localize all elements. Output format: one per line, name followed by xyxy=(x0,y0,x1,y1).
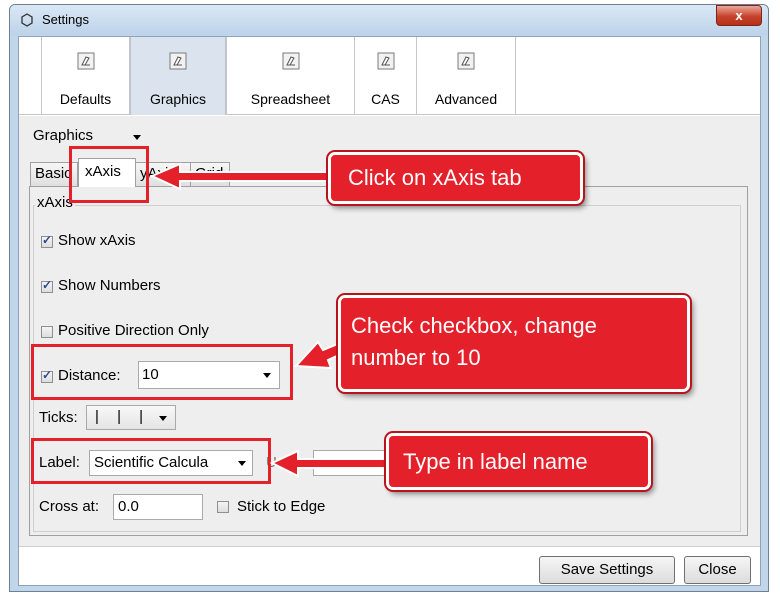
annotation-distance: Check checkbox, change number to 10 xyxy=(338,295,690,392)
eraser-icon xyxy=(169,52,187,70)
cross-at-input[interactable]: 0.0 xyxy=(113,494,203,520)
eraser-icon xyxy=(377,52,394,70)
footer-divider xyxy=(19,546,760,547)
show-numbers-checkbox[interactable] xyxy=(41,278,53,293)
eraser-icon xyxy=(282,52,299,70)
ticks-label: Ticks: xyxy=(39,409,78,426)
toolbar-spreadsheet-button[interactable]: Spreadsheet xyxy=(227,37,354,115)
tab-grid-label: Grid xyxy=(195,165,224,182)
annotation-label: Type in label name xyxy=(386,433,651,490)
annotation-distance-line1: Check checkbox, change xyxy=(351,313,597,338)
save-settings-button[interactable]: Save Settings xyxy=(539,556,675,584)
label-highlight xyxy=(31,438,271,484)
eraser-icon xyxy=(77,52,94,70)
toolbar-separator xyxy=(515,37,516,115)
show-xaxis-checkbox[interactable] xyxy=(41,233,53,248)
annotation-label-text: Type in label name xyxy=(403,449,588,474)
toolbar-cas-button[interactable]: CAS xyxy=(355,37,416,115)
view-select-value: Graphics xyxy=(33,127,94,144)
close-button[interactable]: Close xyxy=(684,556,751,584)
cross-at-value: 0.0 xyxy=(118,498,139,515)
toolbar-graphics-button[interactable]: Graphics xyxy=(130,37,226,115)
eraser-icon xyxy=(457,52,475,70)
window-title: Settings xyxy=(42,12,89,27)
title-bar[interactable] xyxy=(10,5,768,35)
stick-to-edge-label: Stick to Edge xyxy=(237,498,326,515)
annotation-xaxis-tab-text: Click on xAxis tab xyxy=(348,165,522,190)
chevron-down-icon xyxy=(159,416,167,421)
toolbar-cas-label: CAS xyxy=(371,91,400,107)
tab-grid[interactable]: Grid xyxy=(190,162,230,186)
show-xaxis-label: Show xAxis xyxy=(58,232,136,249)
positive-direction-label: Positive Direction Only xyxy=(58,322,209,339)
toolbar-advanced-label: Advanced xyxy=(434,91,498,107)
window-close-button[interactable]: x xyxy=(716,5,762,26)
toolbar-advanced-button[interactable]: Advanced xyxy=(417,37,515,115)
unit-input[interactable] xyxy=(313,450,391,476)
toolbar-graphics-label: Graphics xyxy=(149,91,207,107)
ticks-combobox[interactable]: | | | xyxy=(86,405,176,430)
tab-basic-label: Basic xyxy=(35,165,72,182)
distance-highlight xyxy=(31,344,293,400)
annotation-xaxis-tab: Click on xAxis tab xyxy=(328,152,583,204)
toolbar-defaults-label: Defaults xyxy=(59,91,112,107)
show-numbers-label: Show Numbers xyxy=(58,277,161,294)
xaxis-tab-highlight xyxy=(69,146,149,203)
toolbar-defaults-button[interactable]: Defaults xyxy=(42,37,129,115)
cross-at-label: Cross at: xyxy=(39,498,100,515)
settings-app-icon xyxy=(21,13,33,27)
toolbar-spreadsheet-label: Spreadsheet xyxy=(250,91,331,107)
annotation-distance-line2: number to 10 xyxy=(351,345,481,370)
ticks-value: | | | xyxy=(95,408,151,425)
positive-direction-checkbox[interactable] xyxy=(41,326,53,338)
chevron-down-icon xyxy=(133,135,141,140)
stick-to-edge-checkbox[interactable] xyxy=(217,501,229,513)
